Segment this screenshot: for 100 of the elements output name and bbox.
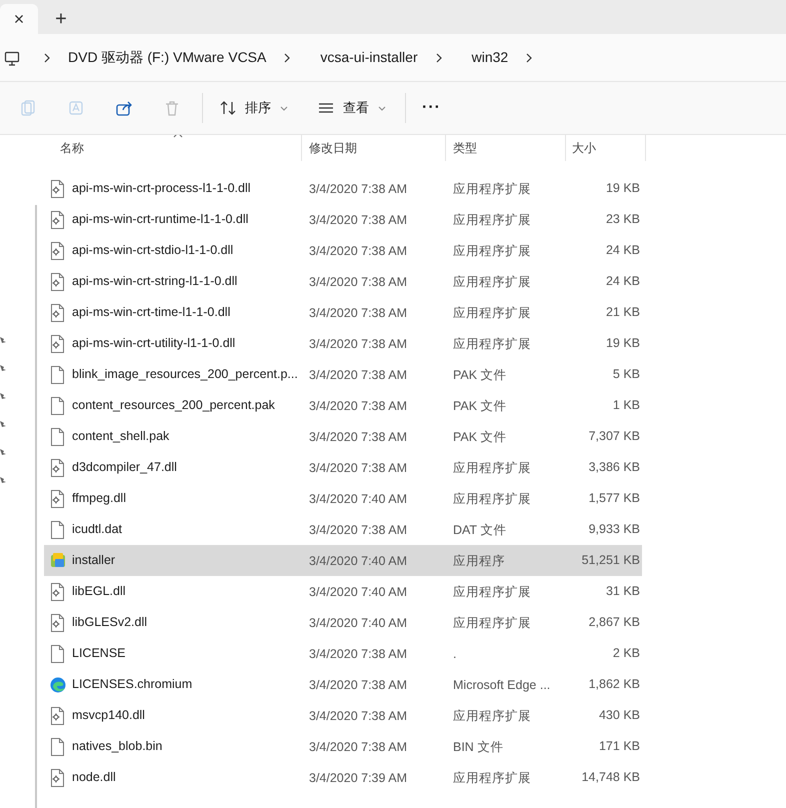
file-icon [50, 366, 66, 384]
type-text: PAK 文件 [453, 398, 507, 412]
date-text: 3/4/2020 7:40 AM [309, 616, 407, 630]
type-text: 应用程序扩展 [453, 584, 531, 598]
type-text: 应用程序扩展 [453, 306, 531, 320]
pin-icon[interactable] [0, 475, 6, 485]
date-text: 3/4/2020 7:38 AM [309, 274, 407, 288]
date-text: 3/4/2020 7:38 AM [309, 678, 407, 692]
date-text: 3/4/2020 7:40 AM [309, 554, 407, 568]
type-text: BIN 文件 [453, 740, 504, 754]
size-text: 430 KB [598, 707, 640, 724]
file-row[interactable]: installer 3/4/2020 7:40 AM 应用程序 51,251 KB [44, 545, 642, 576]
file-name: natives_blob.bin [72, 738, 162, 756]
view-button[interactable]: 查看 [307, 90, 397, 126]
rename-icon [67, 99, 85, 117]
type-text: 应用程序扩展 [453, 212, 531, 226]
pin-icon[interactable] [0, 391, 6, 401]
size-text: 19 KB [606, 180, 640, 198]
gear-file-icon [50, 334, 66, 352]
date-text: 3/4/2020 7:38 AM [309, 522, 407, 536]
type-text: DAT 文件 [453, 522, 506, 536]
file-name: api-ms-win-crt-string-l1-1-0.dll [72, 273, 238, 290]
date-text: 3/4/2020 7:38 AM [309, 336, 407, 350]
pin-icon[interactable] [0, 447, 6, 457]
file-name: icudtl.dat [72, 521, 122, 538]
file-name: node.dll [72, 769, 116, 786]
size-text: 9,933 KB [588, 521, 640, 538]
type-text: 应用程序扩展 [453, 274, 531, 288]
breadcrumb-item[interactable]: win32 [460, 43, 520, 72]
file-name: ffmpeg.dll [72, 490, 126, 508]
gear-file-icon [50, 272, 66, 290]
column-header[interactable]: 名称 [44, 135, 302, 161]
gear-file-icon [50, 490, 66, 508]
file-name: installer [72, 552, 116, 570]
file-name: libEGL.dll [72, 583, 126, 600]
file-name: msvcp140.dll [72, 707, 145, 724]
file-name: LICENSES.chromium [72, 676, 192, 694]
date-text: 3/4/2020 7:38 AM [309, 244, 407, 258]
date-text: 3/4/2020 7:38 AM [309, 182, 407, 196]
scrollbar[interactable] [35, 205, 37, 808]
column-header[interactable]: 类型 [446, 135, 566, 161]
pin-icon[interactable] [0, 419, 6, 429]
pin-icon[interactable] [0, 363, 6, 373]
type-text: 应用程序扩展 [453, 460, 531, 474]
copy-icon [19, 99, 37, 117]
size-text: 7,307 KB [588, 428, 640, 446]
date-text: 3/4/2020 7:38 AM [309, 306, 407, 320]
type-text: 应用程序扩展 [453, 244, 531, 258]
sort-icon [219, 99, 237, 117]
gear-file-icon [50, 614, 66, 632]
gear-file-icon [50, 768, 66, 786]
file-icon [50, 738, 66, 756]
size-text: 2 KB [612, 645, 640, 662]
chevron-icon[interactable] [42, 52, 52, 64]
file-icon [50, 428, 66, 446]
close-tab-button[interactable]: × [0, 4, 38, 34]
computer-icon[interactable] [4, 50, 20, 66]
type-text: PAK 文件 [453, 368, 507, 382]
type-text: Microsoft Edge ... [453, 678, 550, 692]
date-text: 3/4/2020 7:38 AM [309, 212, 407, 226]
date-text: 3/4/2020 7:38 AM [309, 398, 407, 412]
date-text: 3/4/2020 7:38 AM [309, 368, 407, 382]
file-name: blink_image_resources_200_percent.p... [72, 366, 298, 384]
type-text: 应用程序扩展 [453, 336, 531, 350]
sort-button[interactable]: 排序 [209, 90, 299, 126]
type-text: PAK 文件 [453, 430, 507, 444]
size-text: 171 KB [598, 738, 640, 756]
gear-file-icon [50, 242, 66, 260]
size-text: 1,577 KB [588, 490, 640, 508]
chevron-icon[interactable] [434, 52, 444, 64]
breadcrumb-item[interactable]: DVD 驱动器 (F:) VMware VCSA [56, 43, 278, 72]
size-text: 51,251 KB [582, 552, 640, 570]
size-text: 14,748 KB [582, 769, 640, 786]
new-tab-button[interactable]: + [38, 4, 84, 34]
type-text: 应用程序扩展 [453, 492, 531, 506]
size-text: 21 KB [606, 304, 640, 322]
gear-file-icon [50, 180, 66, 198]
file-name: LICENSE [72, 645, 126, 662]
date-text: 3/4/2020 7:38 AM [309, 708, 407, 722]
type-text: 应用程序扩展 [453, 182, 531, 196]
breadcrumb-item[interactable]: vcsa-ui-installer [308, 43, 430, 72]
gear-file-icon [50, 582, 66, 600]
date-text: 3/4/2020 7:38 AM [309, 430, 407, 444]
type-text: . [453, 646, 456, 660]
column-header[interactable]: 修改日期 [302, 135, 446, 161]
more-button[interactable]: ··· [414, 90, 449, 126]
file-name: libGLESv2.dll [72, 614, 148, 632]
file-name: api-ms-win-crt-time-l1-1-0.dll [72, 304, 230, 322]
file-name: api-ms-win-crt-utility-l1-1-0.dll [72, 335, 236, 352]
size-text: 19 KB [606, 335, 640, 352]
file-icon [50, 644, 66, 662]
chevron-icon[interactable] [524, 52, 534, 64]
type-text: 应用程序扩展 [453, 616, 531, 630]
size-text: 1 KB [612, 397, 640, 414]
gear-file-icon [50, 210, 66, 228]
column-header[interactable]: 大小 [566, 135, 646, 161]
size-text: 3,386 KB [588, 459, 640, 476]
pin-icon[interactable] [0, 335, 6, 345]
type-text: 应用程序扩展 [453, 770, 531, 784]
chevron-icon[interactable] [282, 52, 292, 64]
